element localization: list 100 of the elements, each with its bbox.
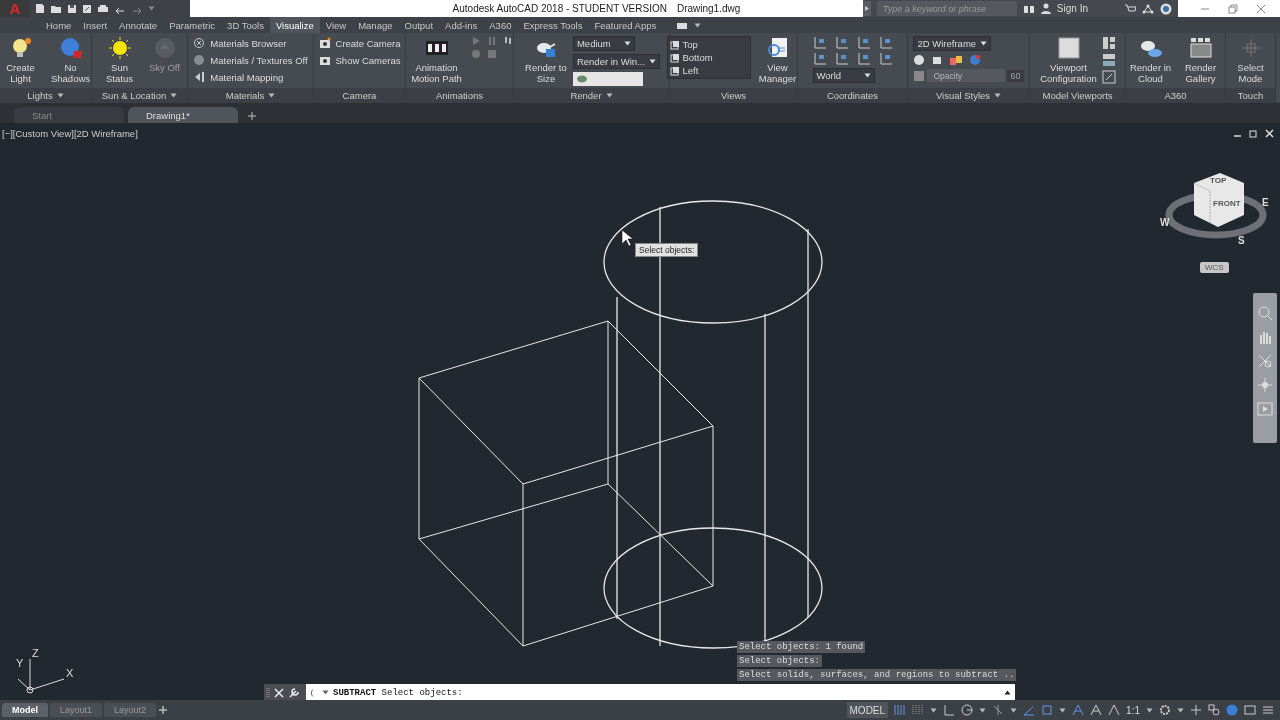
save-icon[interactable] xyxy=(67,3,77,14)
caret-icon[interactable] xyxy=(56,93,64,98)
cube-icon[interactable] xyxy=(931,54,944,66)
user-icon[interactable] xyxy=(1040,3,1051,14)
ribbon-button[interactable]: Render in Cloud xyxy=(1127,36,1174,84)
caret-icon[interactable] xyxy=(930,707,938,713)
isodraft-icon[interactable] xyxy=(992,704,1005,716)
ribbon-tab[interactable]: View xyxy=(319,17,353,33)
dropdown[interactable]: 2D Wireframe xyxy=(913,36,992,51)
cube-face-label[interactable]: TOP xyxy=(1210,176,1227,185)
plus-icon[interactable] xyxy=(1190,704,1202,716)
dot-grid-icon[interactable] xyxy=(912,704,925,716)
ribbon-button[interactable]: Animation Motion Path xyxy=(406,36,467,84)
ribbon-tab[interactable]: Home xyxy=(40,17,78,33)
dropdown[interactable]: World xyxy=(812,68,875,83)
layout-tab[interactable]: Model xyxy=(2,703,48,717)
ribbon-button[interactable]: Sun Status xyxy=(96,36,143,84)
angle-icon[interactable] xyxy=(1023,704,1036,716)
panel-title[interactable]: Camera xyxy=(314,88,405,103)
annotation-icon[interactable] xyxy=(1108,704,1121,716)
annotation-icon[interactable] xyxy=(1090,704,1103,716)
wrench-icon[interactable] xyxy=(288,686,300,699)
network-icon[interactable] xyxy=(1142,3,1154,14)
axes-icon[interactable] xyxy=(856,52,871,65)
ribbon-button[interactable]: Render to Size xyxy=(522,36,569,84)
ortho-icon[interactable] xyxy=(943,704,956,716)
ribbon-tab[interactable]: Output xyxy=(398,17,440,33)
binoculars-icon[interactable] xyxy=(1022,3,1035,14)
axes-icon[interactable] xyxy=(834,36,849,49)
axes-icon[interactable] xyxy=(834,52,849,65)
sign-in-link[interactable]: Sign In xyxy=(1056,3,1088,14)
ribbon-tab[interactable]: A360 xyxy=(483,17,518,33)
colored-cubes-icon[interactable] xyxy=(949,54,964,66)
caret-icon[interactable] xyxy=(1059,707,1067,713)
caret-icon[interactable] xyxy=(979,707,987,713)
ribbon-button[interactable]: Materials / Textures Off xyxy=(191,53,310,67)
shapes-icon[interactable] xyxy=(1208,704,1220,716)
new-file-icon[interactable] xyxy=(35,3,45,14)
axes-icon[interactable] xyxy=(878,52,893,65)
layout-icon[interactable] xyxy=(1101,36,1116,50)
compass-letter[interactable]: W xyxy=(1160,217,1170,228)
view-item[interactable]: Bottom xyxy=(669,51,748,64)
panel-title[interactable]: Model Viewports xyxy=(1030,88,1125,103)
ribbon-button[interactable]: No Shadows xyxy=(47,36,94,84)
annotation-icon[interactable] xyxy=(1072,704,1085,716)
panel-title[interactable]: Render xyxy=(514,88,669,103)
ribbon-tab[interactable]: Featured Apps xyxy=(588,17,663,33)
caret-icon[interactable] xyxy=(623,41,631,46)
compass-letter[interactable]: E xyxy=(1262,197,1269,208)
cube-face-label[interactable]: FRONT xyxy=(1213,199,1241,208)
caret-icon[interactable] xyxy=(170,93,178,98)
view-item[interactable]: Left xyxy=(669,64,748,77)
cart-icon[interactable] xyxy=(1124,3,1136,14)
ribbon-button[interactable]: View Manager xyxy=(754,36,801,84)
file-tab[interactable]: Drawing1* xyxy=(128,107,238,123)
help-icon[interactable] xyxy=(1160,2,1172,15)
grip-icon[interactable] xyxy=(266,686,270,699)
ribbon-button[interactable]: Viewport Configuration xyxy=(1039,36,1098,84)
panel-title[interactable]: A360 xyxy=(1126,88,1225,103)
render-preset-field[interactable] xyxy=(572,72,643,86)
menu-icon[interactable] xyxy=(1262,704,1274,716)
dropdown[interactable]: Medium xyxy=(572,36,635,51)
coordinate-system-menu[interactable]: WCS xyxy=(1200,262,1229,273)
caret-icon[interactable] xyxy=(1010,707,1018,713)
ribbon-button[interactable]: Create Light xyxy=(0,36,44,84)
panel-title[interactable]: Visual Styles xyxy=(908,88,1029,103)
panel-title[interactable]: Materials xyxy=(188,88,313,103)
caret-up-icon[interactable] xyxy=(1004,690,1011,695)
print-icon[interactable] xyxy=(97,3,109,14)
panel-title[interactable]: Animations xyxy=(406,88,513,103)
restore-icon[interactable] xyxy=(1249,129,1258,138)
caret-icon[interactable] xyxy=(605,93,613,98)
panel-title[interactable]: Sun & Location xyxy=(92,88,187,103)
ribbon-tab[interactable]: Express Tools xyxy=(517,17,589,33)
ribbon-tab[interactable]: Manage xyxy=(352,17,399,33)
model-space-button[interactable]: MODEL xyxy=(846,702,889,718)
save-as-icon[interactable] xyxy=(82,3,92,14)
ribbon-tab[interactable]: Add-ins xyxy=(439,17,484,33)
caret-icon[interactable] xyxy=(268,93,276,98)
caret-icon[interactable] xyxy=(863,73,871,78)
ribbon-button[interactable]: Select Mode xyxy=(1227,36,1274,84)
compass-letter[interactable]: S xyxy=(1238,235,1245,246)
panel-title[interactable]: Touch xyxy=(1226,88,1275,103)
caret-icon[interactable] xyxy=(322,690,329,695)
axes-icon[interactable] xyxy=(856,36,871,49)
caret-icon[interactable] xyxy=(694,22,702,28)
sphere-icon[interactable] xyxy=(913,54,926,66)
ribbon-button[interactable]: Material Mapping xyxy=(191,70,286,84)
axes-icon[interactable] xyxy=(878,36,893,49)
ribbon-tab[interactable]: 3D Tools xyxy=(221,17,270,33)
ribbon-tab[interactable]: Parametric xyxy=(163,17,222,33)
ribbon-button[interactable]: Show Cameras xyxy=(316,53,403,67)
caret-icon[interactable] xyxy=(1146,707,1153,713)
annotation-scale[interactable]: 1:1 xyxy=(1126,704,1140,716)
panel-title[interactable]: Views xyxy=(670,88,797,103)
viewport-label[interactable]: [−][Custom View][2D Wireframe] xyxy=(2,128,138,139)
ribbon-button[interactable]: Materials Browser xyxy=(191,36,289,50)
gear-icon[interactable] xyxy=(1159,704,1171,716)
polar-icon[interactable] xyxy=(961,704,974,716)
layout-icon[interactable] xyxy=(1101,53,1116,67)
